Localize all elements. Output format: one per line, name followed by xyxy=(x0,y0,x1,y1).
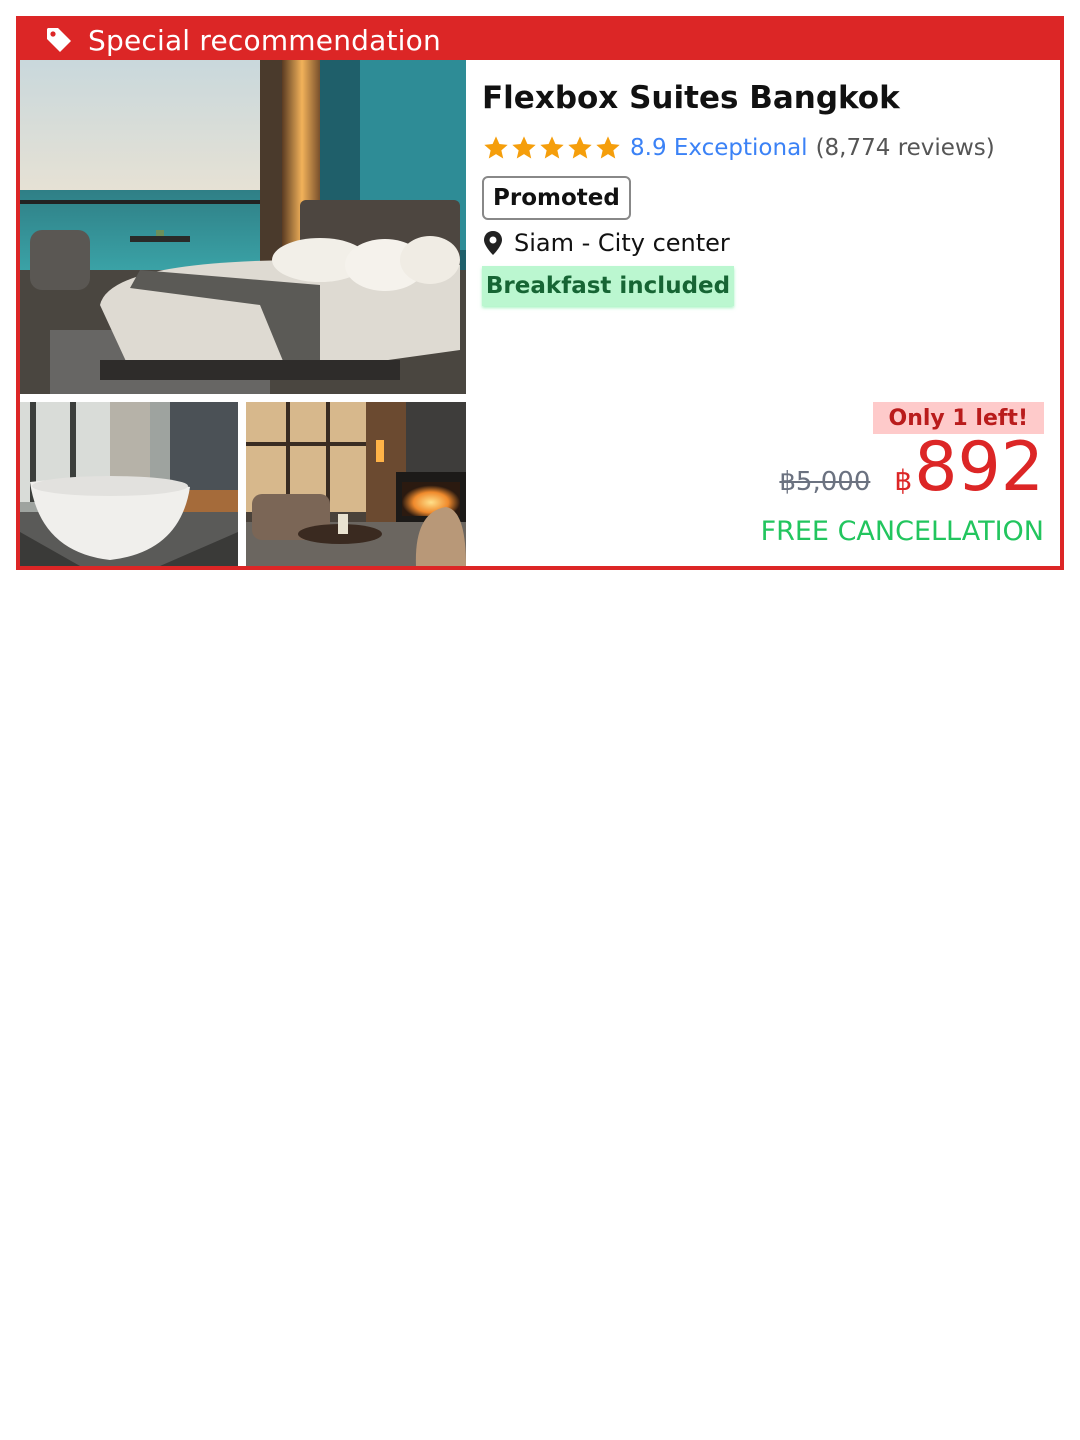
original-price: ฿5,000 xyxy=(779,467,871,497)
star-rating xyxy=(482,134,622,162)
photo-bedroom-ocean-view[interactable] xyxy=(20,60,466,394)
review-score[interactable]: 8.9 Exceptional xyxy=(630,135,808,161)
rating-row: 8.9 Exceptional (8,774 reviews) xyxy=(482,132,995,164)
star-icon xyxy=(512,136,536,159)
map-pin-icon xyxy=(482,230,504,256)
current-price: 892 xyxy=(914,428,1044,507)
location-label: Siam - City center xyxy=(514,229,730,257)
review-count: (8,774 reviews) xyxy=(815,135,995,161)
hotel-info: Flexbox Suites Bangkok 8.9 Exceptional (… xyxy=(482,60,1060,566)
hotel-name[interactable]: Flexbox Suites Bangkok xyxy=(482,80,900,116)
tag-icon xyxy=(44,25,74,55)
free-cancellation-label: FREE CANCELLATION xyxy=(760,516,1044,547)
breakfast-included-badge: Breakfast included xyxy=(482,266,734,306)
star-icon xyxy=(484,136,508,159)
photo-bathtub[interactable] xyxy=(20,402,238,566)
star-icon xyxy=(596,136,620,159)
price-row: ฿5,000 ฿ 892 xyxy=(779,434,1044,514)
special-recommendation-banner: Special recommendation xyxy=(20,20,1060,60)
star-icon xyxy=(540,136,564,159)
promoted-badge: Promoted xyxy=(482,176,631,220)
photo-gallery[interactable] xyxy=(20,60,466,566)
photo-lounge-fireplace[interactable] xyxy=(246,402,466,566)
hotel-card[interactable]: Special recommendation Flexbox Suites Ba… xyxy=(16,16,1064,570)
currency-symbol: ฿ xyxy=(894,464,913,497)
banner-label: Special recommendation xyxy=(88,23,441,57)
star-icon xyxy=(568,136,592,159)
location-row[interactable]: Siam - City center xyxy=(482,226,730,260)
